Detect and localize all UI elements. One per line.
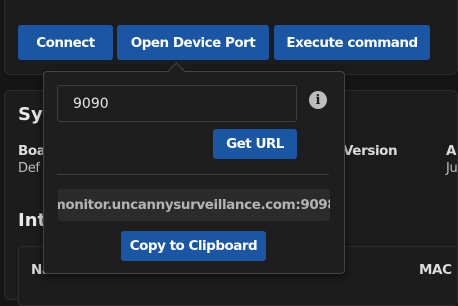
- popover-divider: [57, 174, 329, 175]
- a-label: A: [446, 143, 457, 159]
- connect-button[interactable]: Connect: [18, 25, 113, 60]
- url-display: monitor.uncannysurveillance.com:9098: [58, 189, 330, 221]
- get-url-button[interactable]: Get URL: [213, 129, 297, 159]
- execute-command-button[interactable]: Execute command: [274, 25, 430, 60]
- info-icon[interactable]: i: [309, 91, 327, 109]
- copy-to-clipboard-button[interactable]: Copy to Clipboard: [121, 231, 266, 261]
- version-label: Version: [343, 143, 398, 159]
- board-value: Def: [18, 161, 40, 176]
- open-device-port-button[interactable]: Open Device Port: [117, 25, 269, 60]
- a-value: Ju: [446, 161, 458, 176]
- column-header-mac: MAC: [419, 262, 452, 278]
- board-label: Boa: [18, 143, 46, 159]
- port-input[interactable]: [57, 85, 297, 122]
- interfaces-section-title: Int: [18, 210, 47, 231]
